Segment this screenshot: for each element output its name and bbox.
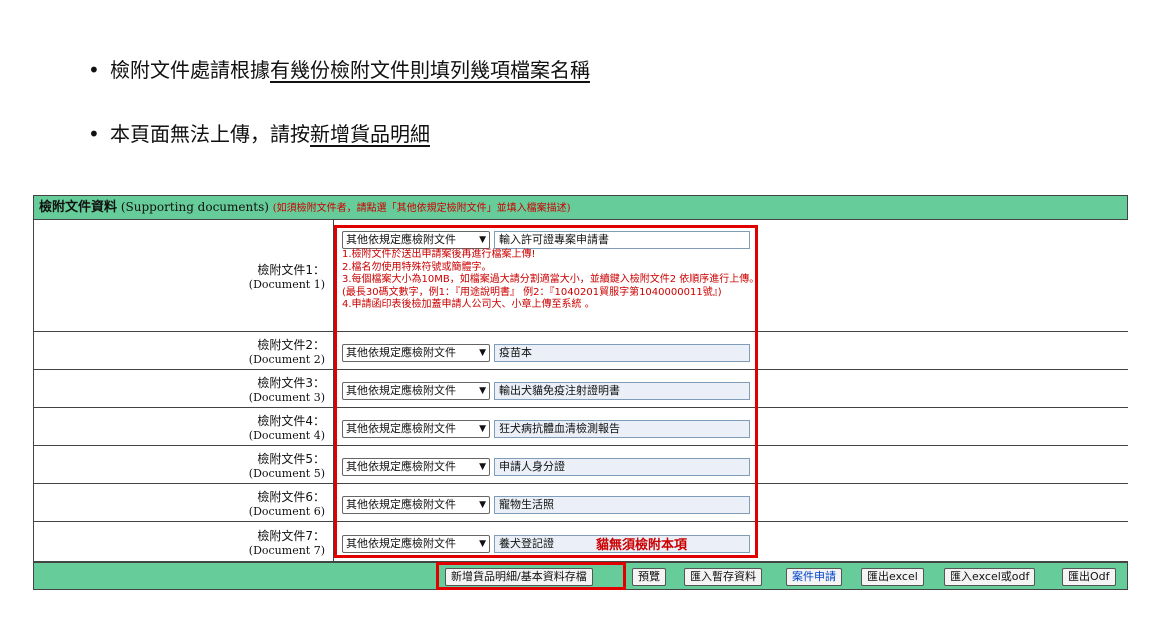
import-excel-odf-button[interactable]: 匯入excel或odf — [944, 568, 1036, 586]
instruction-1-text: 檢附文件處請根據 — [110, 58, 270, 82]
preview-button[interactable]: 預覽 — [632, 568, 666, 586]
documents-highlight-box — [334, 225, 758, 558]
bullet-dot: • — [88, 122, 100, 146]
section-title-en: (Supporting documents) — [120, 200, 269, 214]
section-hint: (如須檢附文件者，請點選「其他依規定檢附文件」並填入檔案描述) — [272, 203, 571, 214]
instruction-1: • 檢附文件處請根據有幾份檢附文件則填列幾項檔案名稱 — [88, 54, 590, 83]
document-label: 檢附文件3： (Document 3) — [34, 370, 334, 407]
section-title: 檢附文件資料 — [39, 200, 118, 215]
document-label: 檢附文件2： (Document 2) — [34, 332, 334, 369]
document-label: 檢附文件5： (Document 5) — [34, 446, 334, 483]
add-goods-highlight-box — [436, 562, 626, 590]
import-draft-button[interactable]: 匯入暫存資料 — [684, 568, 762, 586]
instruction-2-emphasis: 新增貨品明細 — [310, 122, 430, 146]
document-label: 檢附文件1： (Document 1) — [34, 220, 334, 331]
document-label: 檢附文件6： (Document 6) — [34, 484, 334, 521]
instruction-1-emphasis: 有幾份檢附文件則填列幾項檔案名稱 — [270, 58, 590, 82]
section-header: 檢附文件資料 (Supporting documents) (如須檢附文件者，請… — [33, 195, 1128, 220]
submit-case-button[interactable]: 案件申請 — [786, 568, 842, 586]
export-odf-button[interactable]: 匯出Odf — [1062, 568, 1116, 586]
document-label: 檢附文件7： (Document 7) — [34, 522, 334, 561]
supporting-documents-panel: 檢附文件資料 (Supporting documents) (如須檢附文件者，請… — [33, 195, 1128, 590]
instruction-2-text: 本頁面無法上傳，請按 — [110, 122, 310, 146]
document-label: 檢附文件4： (Document 4) — [34, 408, 334, 445]
export-excel-button[interactable]: 匯出excel — [861, 568, 924, 586]
bullet-dot: • — [88, 58, 100, 82]
instruction-2: • 本頁面無法上傳，請按新增貨品明細 — [88, 118, 430, 147]
